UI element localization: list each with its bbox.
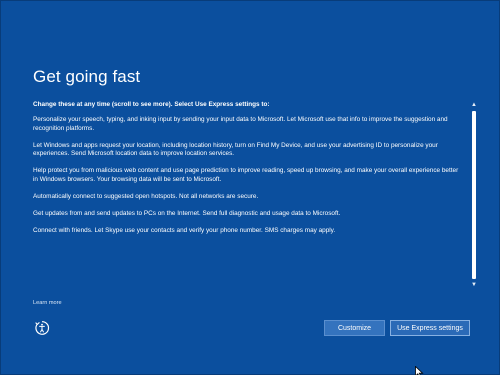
scrollbar-thumb[interactable] — [472, 111, 476, 279]
ease-of-access-icon[interactable] — [33, 319, 51, 337]
paragraph-hotspots: Automatically connect to suggested open … — [33, 192, 259, 200]
content-scrollbar[interactable]: ▲ ▼ — [470, 101, 478, 289]
paragraph-speech-input: Personalize your speech, typing, and ink… — [33, 116, 448, 132]
oobe-screen: Get going fast Change these at any time … — [0, 0, 500, 375]
paragraph-updates: Get updates from and send updates to PCs… — [33, 209, 341, 217]
page-title: Get going fast — [33, 67, 141, 86]
chevron-up-icon[interactable]: ▲ — [470, 101, 478, 109]
paragraph-skype: Connect with friends. Let Skype use your… — [33, 226, 336, 234]
use-express-settings-button[interactable]: Use Express settings — [390, 320, 470, 336]
chevron-down-icon[interactable]: ▼ — [470, 281, 478, 289]
paragraph-browser-protection: Help protect you from malicious web cont… — [33, 167, 459, 183]
customize-button[interactable]: Customize — [324, 320, 385, 336]
mouse-pointer-icon — [415, 365, 424, 375]
settings-description: Change these at any time (scroll to see … — [33, 101, 461, 289]
paragraph-location: Let Windows and apps request your locati… — [33, 141, 438, 158]
intro-text: Change these at any time (scroll to see … — [33, 101, 270, 108]
learn-more-link[interactable]: Learn more — [33, 300, 62, 306]
